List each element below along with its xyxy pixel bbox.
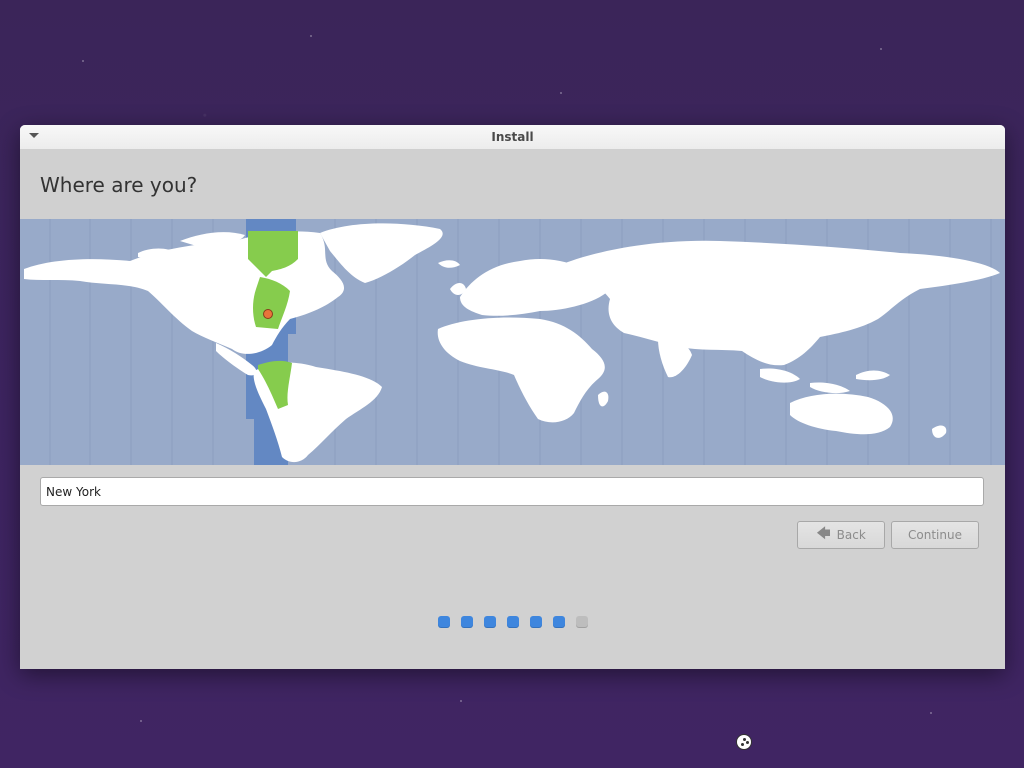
- back-button[interactable]: 🡄 Back: [797, 521, 885, 549]
- location-pin-icon: [263, 309, 273, 319]
- star: [930, 712, 932, 714]
- continue-button[interactable]: Continue: [891, 521, 979, 549]
- progress-step-dot: [461, 616, 473, 628]
- location-row: [20, 465, 1005, 506]
- star: [560, 92, 562, 94]
- progress-step-dot: [553, 616, 565, 628]
- star: [82, 60, 84, 62]
- window-menu-icon[interactable]: [29, 133, 39, 138]
- star: [140, 720, 142, 722]
- timezone-map[interactable]: [20, 219, 1005, 465]
- star: [880, 48, 882, 50]
- progress-step-dot: [484, 616, 496, 628]
- title-bar[interactable]: Install: [20, 125, 1005, 150]
- world-map[interactable]: [20, 219, 1005, 465]
- star: [310, 35, 312, 37]
- progress-step-dot: [576, 616, 588, 628]
- window-title: Install: [491, 130, 534, 144]
- progress-step-dot: [530, 616, 542, 628]
- star: [460, 700, 462, 702]
- page-header: Where are you?: [20, 150, 1005, 219]
- page-title: Where are you?: [40, 172, 198, 197]
- back-button-label: Back: [836, 528, 866, 542]
- location-input[interactable]: [40, 477, 984, 506]
- progress-indicator: [438, 616, 588, 628]
- continue-button-label: Continue: [908, 528, 962, 542]
- install-window: Install Where are you? New York 🡄 Back C…: [20, 125, 1005, 669]
- back-arrow-icon: 🡄: [816, 526, 831, 542]
- progress-step-dot: [507, 616, 519, 628]
- progress-step-dot: [438, 616, 450, 628]
- navigation-buttons: 🡄 Back Continue: [797, 521, 979, 549]
- busy-cursor-icon: [736, 734, 752, 750]
